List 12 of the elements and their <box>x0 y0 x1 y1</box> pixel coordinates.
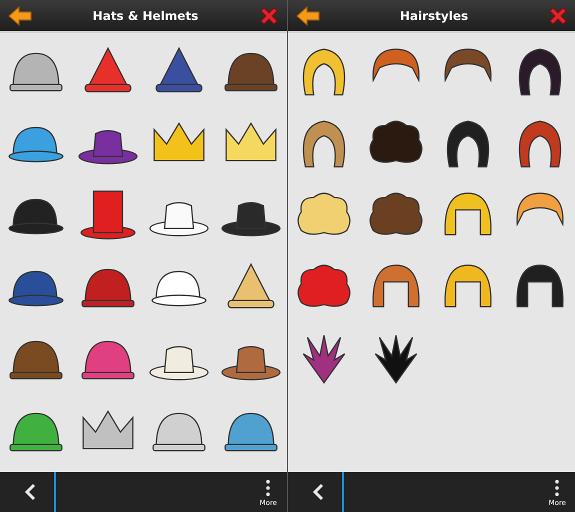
back-arrow-icon[interactable] <box>296 6 320 26</box>
more-icon <box>554 479 560 497</box>
more-icon <box>265 479 272 497</box>
separator-line <box>54 472 56 512</box>
panel-title: Hats & Helmets <box>92 8 200 22</box>
back-arrow-icon[interactable] <box>8 6 32 26</box>
back-chevron-icon[interactable] <box>312 483 324 501</box>
close-icon[interactable] <box>548 6 568 26</box>
close-icon[interactable] <box>259 6 279 26</box>
back-chevron-icon[interactable] <box>24 483 36 501</box>
separator-line <box>342 472 344 512</box>
panel-title: Hairstyles <box>398 8 470 22</box>
